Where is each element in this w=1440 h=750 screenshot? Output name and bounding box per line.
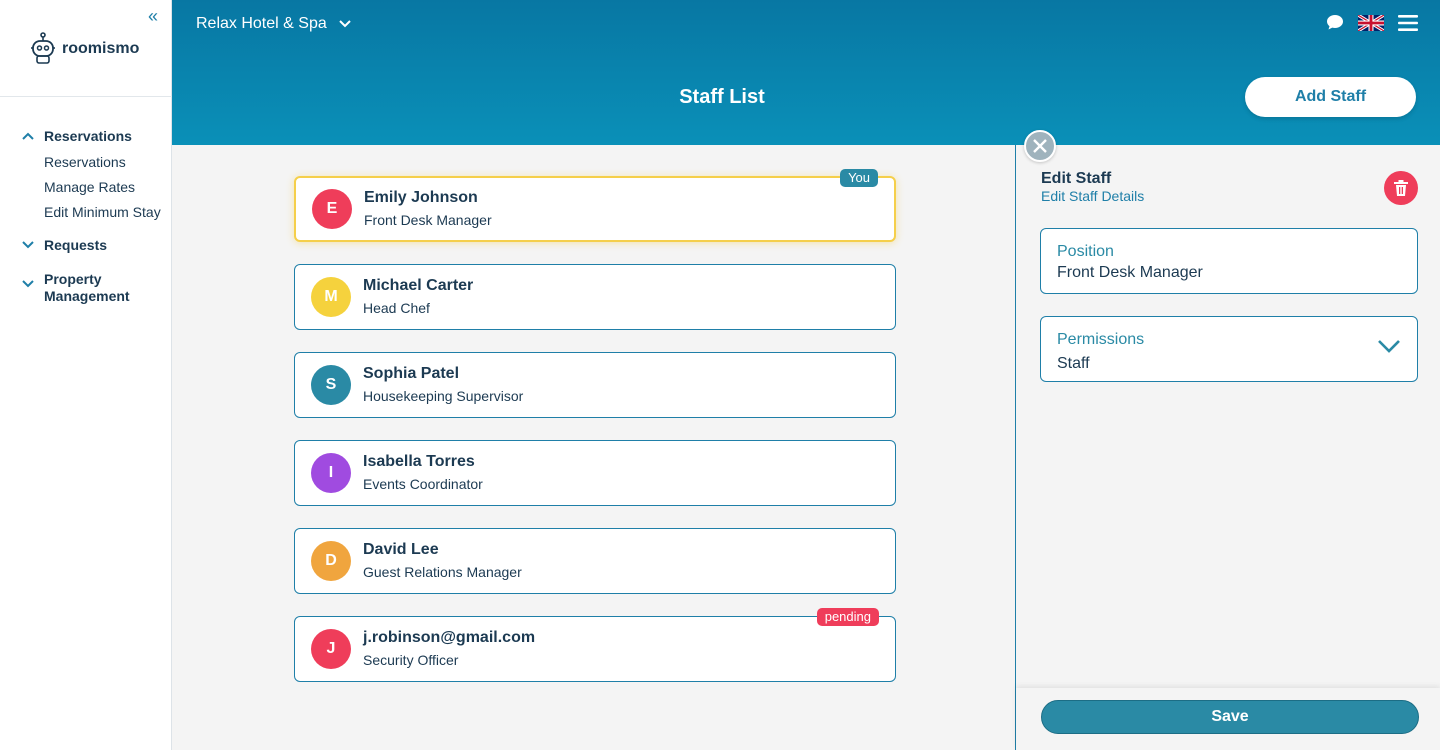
panel-footer: Save — [1016, 688, 1440, 750]
robot-logo-icon — [31, 32, 55, 64]
avatar: M — [311, 277, 351, 317]
sidebar-group-property-management[interactable]: Property Management — [22, 271, 167, 305]
staff-card[interactable]: S Sophia Patel Housekeeping Supervisor — [294, 352, 896, 418]
staff-info: David Lee Guest Relations Manager — [363, 540, 522, 582]
sidebar-group-label: Requests — [44, 237, 108, 253]
position-value: Front Desk Manager — [1057, 264, 1203, 281]
chevron-down-icon — [1378, 340, 1400, 353]
avatar: D — [311, 541, 351, 581]
staff-info: Michael Carter Head Chef — [363, 276, 473, 318]
page-title: Staff List — [679, 86, 765, 108]
header-icons — [1326, 14, 1418, 31]
sidebar-subitems: Reservations Manage Rates Edit Minimum S… — [44, 154, 167, 221]
chevron-down-icon — [339, 20, 351, 28]
brand-logo[interactable]: roomismo — [30, 32, 139, 66]
staff-card[interactable]: E Emily Johnson Front Desk Manager You — [294, 169, 896, 242]
brand-name: roomismo — [62, 40, 140, 57]
sidebar-nav: Reservations Reservations Manage Rates E… — [22, 128, 167, 305]
sidebar-group-requests[interactable]: Requests — [22, 237, 167, 255]
staff-info: Emily Johnson Front Desk Manager — [364, 188, 492, 230]
sidebar-item-edit-minimum-stay[interactable]: Edit Minimum Stay — [44, 204, 167, 221]
add-staff-button[interactable]: Add Staff — [1245, 77, 1416, 117]
staff-name: j.robinson@gmail.com — [363, 629, 536, 646]
sidebar-item-manage-rates[interactable]: Manage Rates — [44, 179, 167, 196]
position-label: Position — [1057, 243, 1114, 260]
save-button[interactable]: Save — [1041, 700, 1419, 734]
staff-card[interactable]: J j.robinson@gmail.com Security Officer … — [294, 608, 896, 682]
staff-name: David Lee — [363, 541, 439, 558]
staff-name: Sophia Patel — [363, 365, 460, 382]
staff-card[interactable]: I Isabella Torres Events Coordinator — [294, 440, 896, 506]
staff-role: Head Chef — [363, 300, 430, 316]
staff-card[interactable]: D David Lee Guest Relations Manager — [294, 528, 896, 594]
delete-staff-button[interactable] — [1384, 171, 1418, 205]
uk-flag-icon[interactable] — [1358, 14, 1384, 31]
close-icon — [1033, 139, 1047, 153]
staff-name: Michael Carter — [363, 277, 474, 294]
close-panel-button[interactable] — [1024, 130, 1056, 162]
staff-info: Sophia Patel Housekeeping Supervisor — [363, 364, 523, 406]
staff-name: Isabella Torres — [363, 453, 475, 470]
collapse-sidebar-icon[interactable]: « — [148, 6, 158, 27]
staff-card[interactable]: M Michael Carter Head Chef — [294, 264, 896, 330]
avatar: S — [311, 365, 351, 405]
position-field[interactable]: Position Front Desk Manager — [1040, 228, 1418, 294]
staff-list: E Emily Johnson Front Desk Manager You M… — [294, 169, 896, 704]
trash-icon — [1394, 180, 1408, 196]
sidebar-group-reservations[interactable]: Reservations — [22, 128, 167, 146]
pending-badge: pending — [816, 608, 879, 626]
header: Relax Hotel & Spa Staff List Add Staff — [172, 0, 1440, 145]
staff-name: Emily Johnson — [364, 189, 478, 206]
staff-role: Events Coordinator — [363, 476, 483, 492]
hotel-selector[interactable]: Relax Hotel & Spa — [196, 15, 351, 33]
staff-role: Housekeeping Supervisor — [363, 388, 524, 404]
permissions-value: Staff — [1057, 355, 1090, 372]
sidebar: « roomismo Reservations Reservations Man… — [0, 0, 172, 750]
staff-role: Guest Relations Manager — [363, 564, 522, 580]
chevron-up-icon — [22, 128, 38, 146]
avatar: I — [311, 453, 351, 493]
sidebar-group-label: Reservations — [44, 128, 132, 144]
sidebar-divider — [0, 96, 172, 97]
staff-role: Front Desk Manager — [364, 212, 492, 228]
staff-info: j.robinson@gmail.com Security Officer — [363, 628, 535, 670]
avatar: J — [311, 629, 351, 669]
panel-title: Edit Staff — [1041, 170, 1112, 187]
hotel-name: Relax Hotel & Spa — [196, 15, 327, 32]
hamburger-menu-icon[interactable] — [1398, 14, 1418, 31]
avatar: E — [312, 189, 352, 229]
permissions-select[interactable]: Permissions Staff — [1040, 316, 1418, 382]
staff-info: Isabella Torres Events Coordinator — [363, 452, 483, 494]
you-badge: You — [840, 169, 878, 187]
sidebar-item-reservations[interactable]: Reservations — [44, 154, 167, 171]
chevron-down-icon — [22, 276, 38, 294]
chat-icon[interactable] — [1326, 14, 1344, 31]
edit-staff-panel: Edit Staff Edit Staff Details Position F… — [1015, 145, 1440, 750]
sidebar-group-label: Property Management — [44, 271, 130, 304]
staff-role: Security Officer — [363, 652, 459, 668]
permissions-label: Permissions — [1057, 331, 1145, 348]
chevron-down-icon — [22, 237, 38, 255]
panel-subtitle: Edit Staff Details — [1041, 188, 1145, 204]
